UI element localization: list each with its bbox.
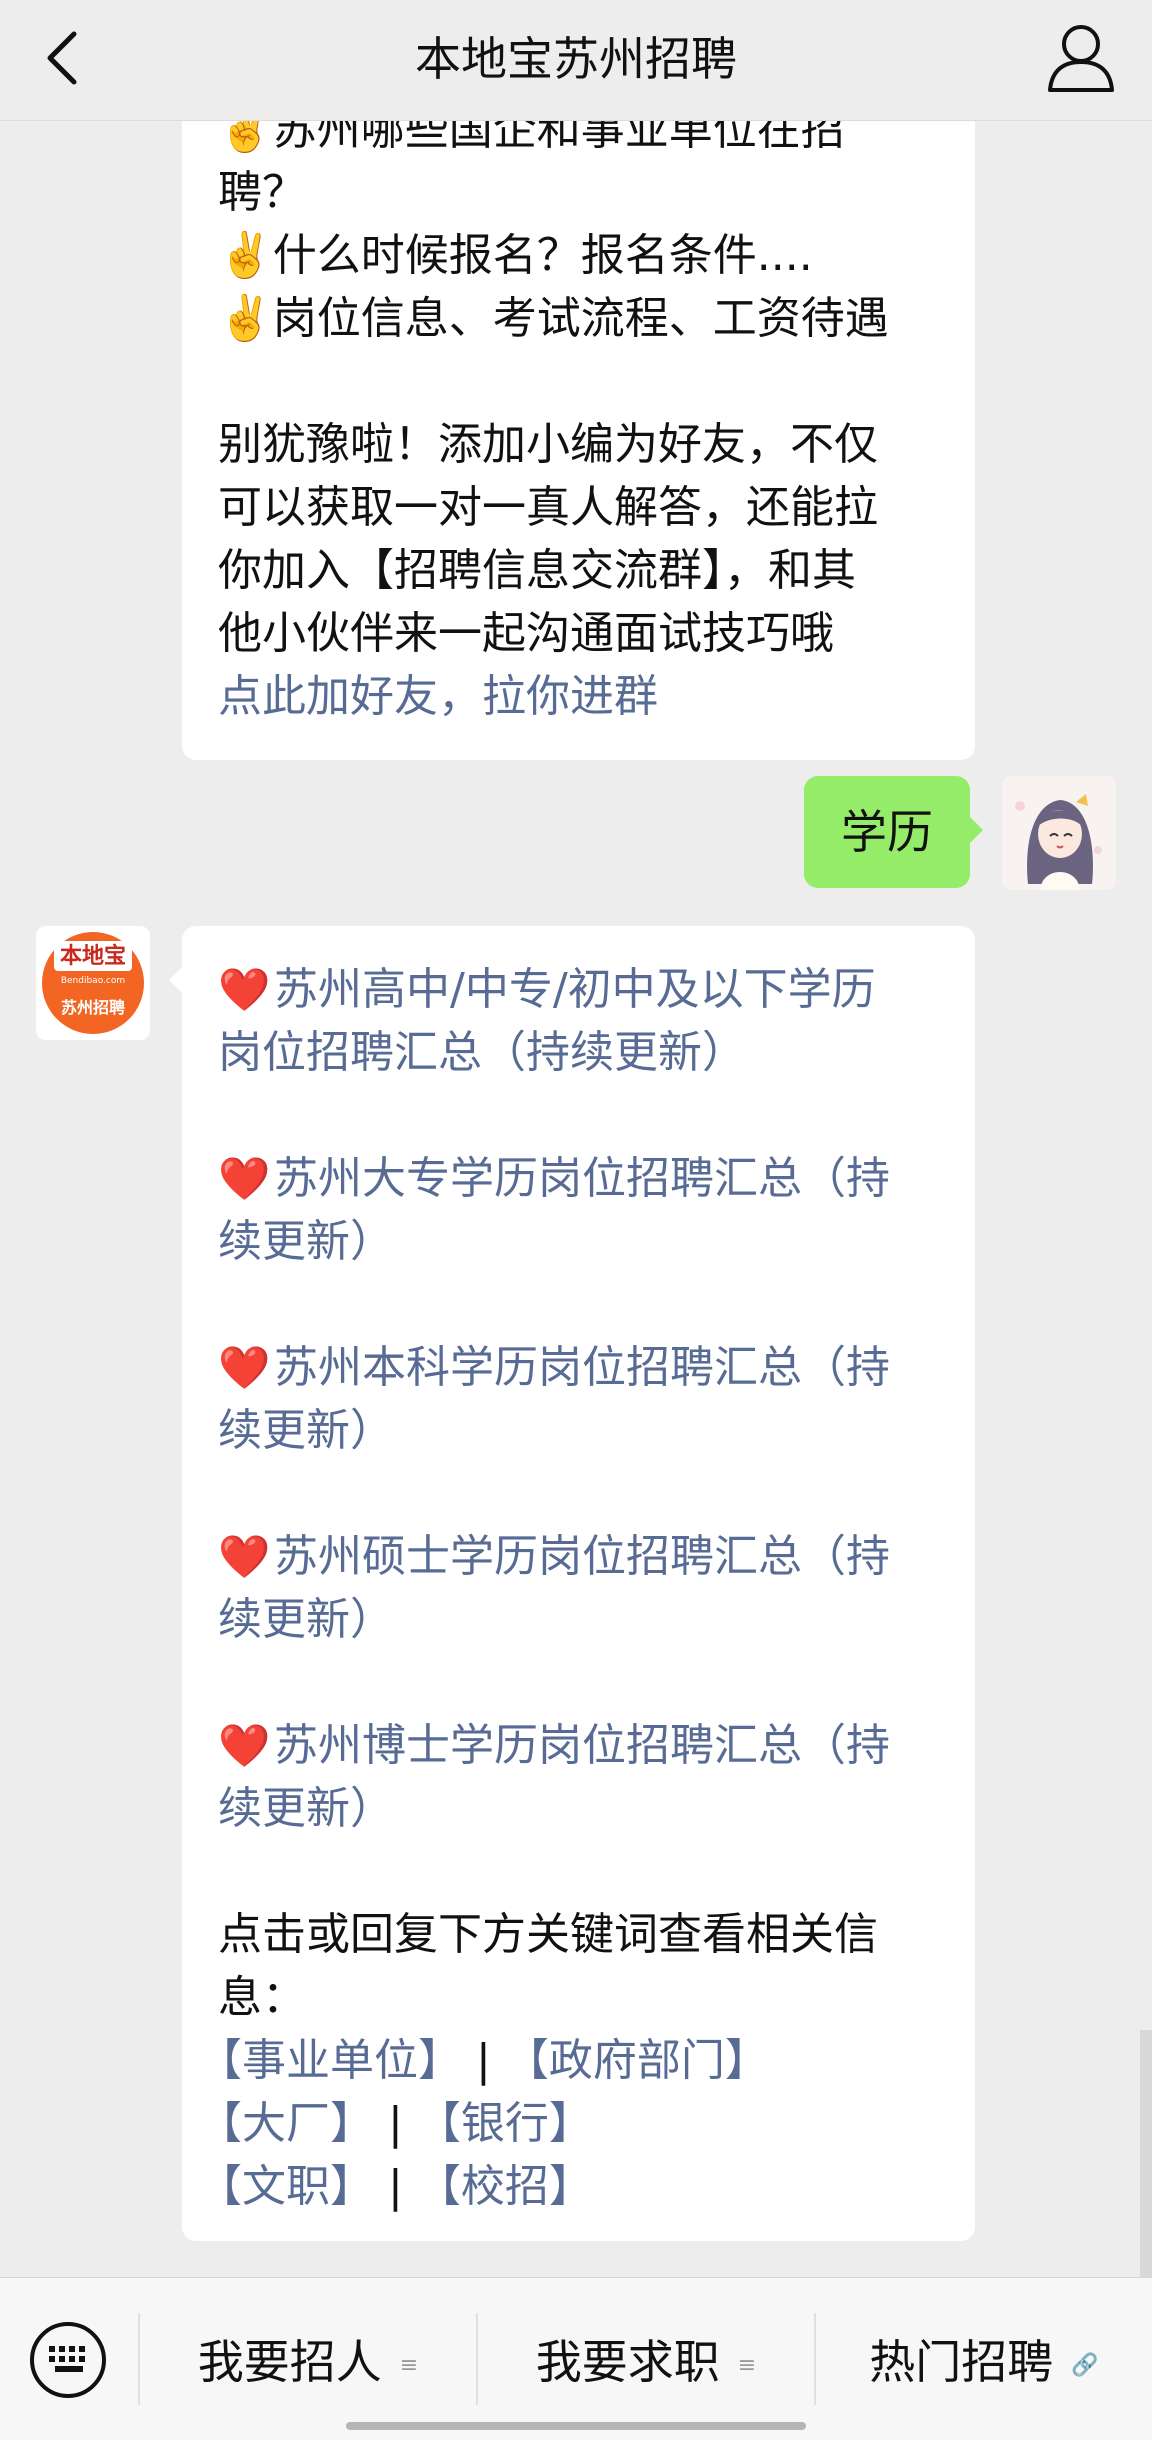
add-friend-link[interactable]: 点此加好友，拉你进群	[218, 665, 958, 728]
chat-title: 本地宝苏州招聘	[415, 32, 737, 86]
person-icon	[1048, 25, 1114, 92]
message-line: ✌️岗位信息、考试流程、工资待遇	[218, 293, 889, 344]
heart-icon: ❤️	[218, 965, 271, 1014]
education-link-continued[interactable]: 续更新）	[218, 1210, 963, 1273]
message-line: 别犹豫啦！添加小编为好友，不仅	[218, 419, 878, 470]
list-item[interactable]: ❤️苏州高中/中专/初中及以下学历 岗位招聘汇总（持续更新）	[218, 958, 963, 1084]
logo-brand-text: 本地宝	[54, 941, 132, 971]
keyword-separator: |	[388, 2098, 403, 2149]
logo-caption-text: 苏州招聘	[60, 998, 125, 1017]
my-message-bubble[interactable]: 学历	[804, 776, 983, 888]
message-bubble-intro: ✌️苏州哪些国企和事业单位在招 聘？ ✌️什么时候报名？报名条件.... ✌️岗…	[182, 120, 975, 760]
message-line: ✌️苏州哪些国企和事业单位在招	[218, 120, 845, 155]
keyword-row: 【文职】 | 【校招】	[198, 2155, 943, 2218]
submenu-icon: ≡	[737, 2352, 757, 2378]
keyword-row: 【大厂】 | 【银行】	[198, 2092, 943, 2155]
keyword-shiye-link[interactable]: 【事业单位】	[198, 2035, 462, 2086]
keyword-prompt: 点击或回复下方关键词查看相关信	[218, 1909, 878, 1960]
keyword-separator: |	[388, 2161, 403, 2212]
message-line: 可以获取一对一真人解答，还能拉	[218, 482, 878, 533]
keyword-zhengfu-link[interactable]: 【政府部门】	[505, 2035, 769, 2086]
list-item[interactable]: ❤️苏州博士学历岗位招聘汇总（持 续更新）	[218, 1714, 963, 1840]
list-item[interactable]: ❤️苏州大专学历岗位招聘汇总（持 续更新）	[218, 1147, 963, 1273]
keyboard-toggle-button[interactable]	[30, 2322, 106, 2398]
bottom-menu-bar: 我要招人 ≡ 我要求职 ≡ 热门招聘 🔗	[0, 2277, 1152, 2440]
menu-item-label: 我要求职	[535, 2335, 720, 2389]
chat-area[interactable]: ✌️苏州哪些国企和事业单位在招 聘？ ✌️什么时候报名？报名条件.... ✌️岗…	[0, 120, 1152, 2275]
list-item[interactable]: ❤️苏州本科学历岗位招聘汇总（持 续更新）	[218, 1336, 963, 1462]
message-line: 你加入【招聘信息交流群】，和其	[218, 545, 856, 596]
home-indicator[interactable]	[346, 2422, 806, 2430]
keyword-separator: |	[476, 2035, 491, 2086]
anime-girl-avatar-icon	[1002, 776, 1116, 890]
official-account-avatar[interactable]: 本地宝 Bendibao.com 苏州招聘	[36, 926, 150, 1040]
message-bubble-education: ❤️苏州高中/中专/初中及以下学历 岗位招聘汇总（持续更新） ❤️苏州大专学历岗…	[169, 926, 975, 2241]
menu-item-hot-jobs[interactable]: 热门招聘 🔗	[816, 2322, 1152, 2402]
message-line: ✌️什么时候报名？报名条件....	[218, 230, 813, 281]
keyword-xiaozhao-link[interactable]: 【校招】	[417, 2161, 593, 2212]
keyword-dachang-link[interactable]: 【大厂】	[198, 2098, 374, 2149]
education-link-continued[interactable]: 岗位招聘汇总（持续更新）	[218, 1021, 963, 1084]
chat-scrollbar[interactable]	[1140, 2030, 1152, 2280]
profile-button[interactable]	[1044, 18, 1118, 98]
keyboard-icon	[49, 2346, 89, 2376]
education-link[interactable]: 苏州硕士学历岗位招聘汇总（持	[274, 1531, 890, 1582]
menu-item-label: 我要招人	[197, 2335, 382, 2389]
keyword-row: 【事业单位】 | 【政府部门】	[198, 2029, 943, 2092]
heart-icon: ❤️	[218, 1721, 271, 1770]
heart-icon: ❤️	[218, 1343, 271, 1392]
heart-icon: ❤️	[218, 1532, 271, 1581]
heart-icon: ❤️	[218, 1154, 271, 1203]
education-link[interactable]: 苏州本科学历岗位招聘汇总（持	[274, 1342, 890, 1393]
menu-item-recruit[interactable]: 我要招人 ≡	[140, 2322, 476, 2402]
list-item[interactable]: ❤️苏州硕士学历岗位招聘汇总（持 续更新）	[218, 1525, 963, 1651]
menu-item-job-seek[interactable]: 我要求职 ≡	[478, 2322, 814, 2402]
logo-domain-text: Bendibao.com	[60, 976, 126, 986]
message-line: 聘？	[218, 167, 306, 218]
keyword-prompt-continued: 息：	[218, 1972, 306, 2023]
link-icon: 🔗	[1071, 2352, 1099, 2378]
my-avatar[interactable]	[1002, 776, 1116, 890]
message-line: 他小伙伴来一起沟通面试技巧哦	[218, 608, 834, 659]
top-navigation-bar: 本地宝苏州招聘	[0, 0, 1152, 121]
submenu-icon: ≡	[399, 2352, 419, 2378]
education-link-continued[interactable]: 续更新）	[218, 1588, 963, 1651]
education-link-continued[interactable]: 续更新）	[218, 1399, 963, 1462]
education-link[interactable]: 苏州高中/中专/初中及以下学历	[274, 964, 876, 1015]
keyword-yinhang-link[interactable]: 【银行】	[417, 2098, 593, 2149]
education-link-continued[interactable]: 续更新）	[218, 1777, 963, 1840]
menu-item-label: 热门招聘	[869, 2335, 1054, 2389]
education-link[interactable]: 苏州大专学历岗位招聘汇总（持	[274, 1153, 890, 1204]
education-link[interactable]: 苏州博士学历岗位招聘汇总（持	[274, 1720, 890, 1771]
keyword-wenzhi-link[interactable]: 【文职】	[198, 2161, 374, 2212]
